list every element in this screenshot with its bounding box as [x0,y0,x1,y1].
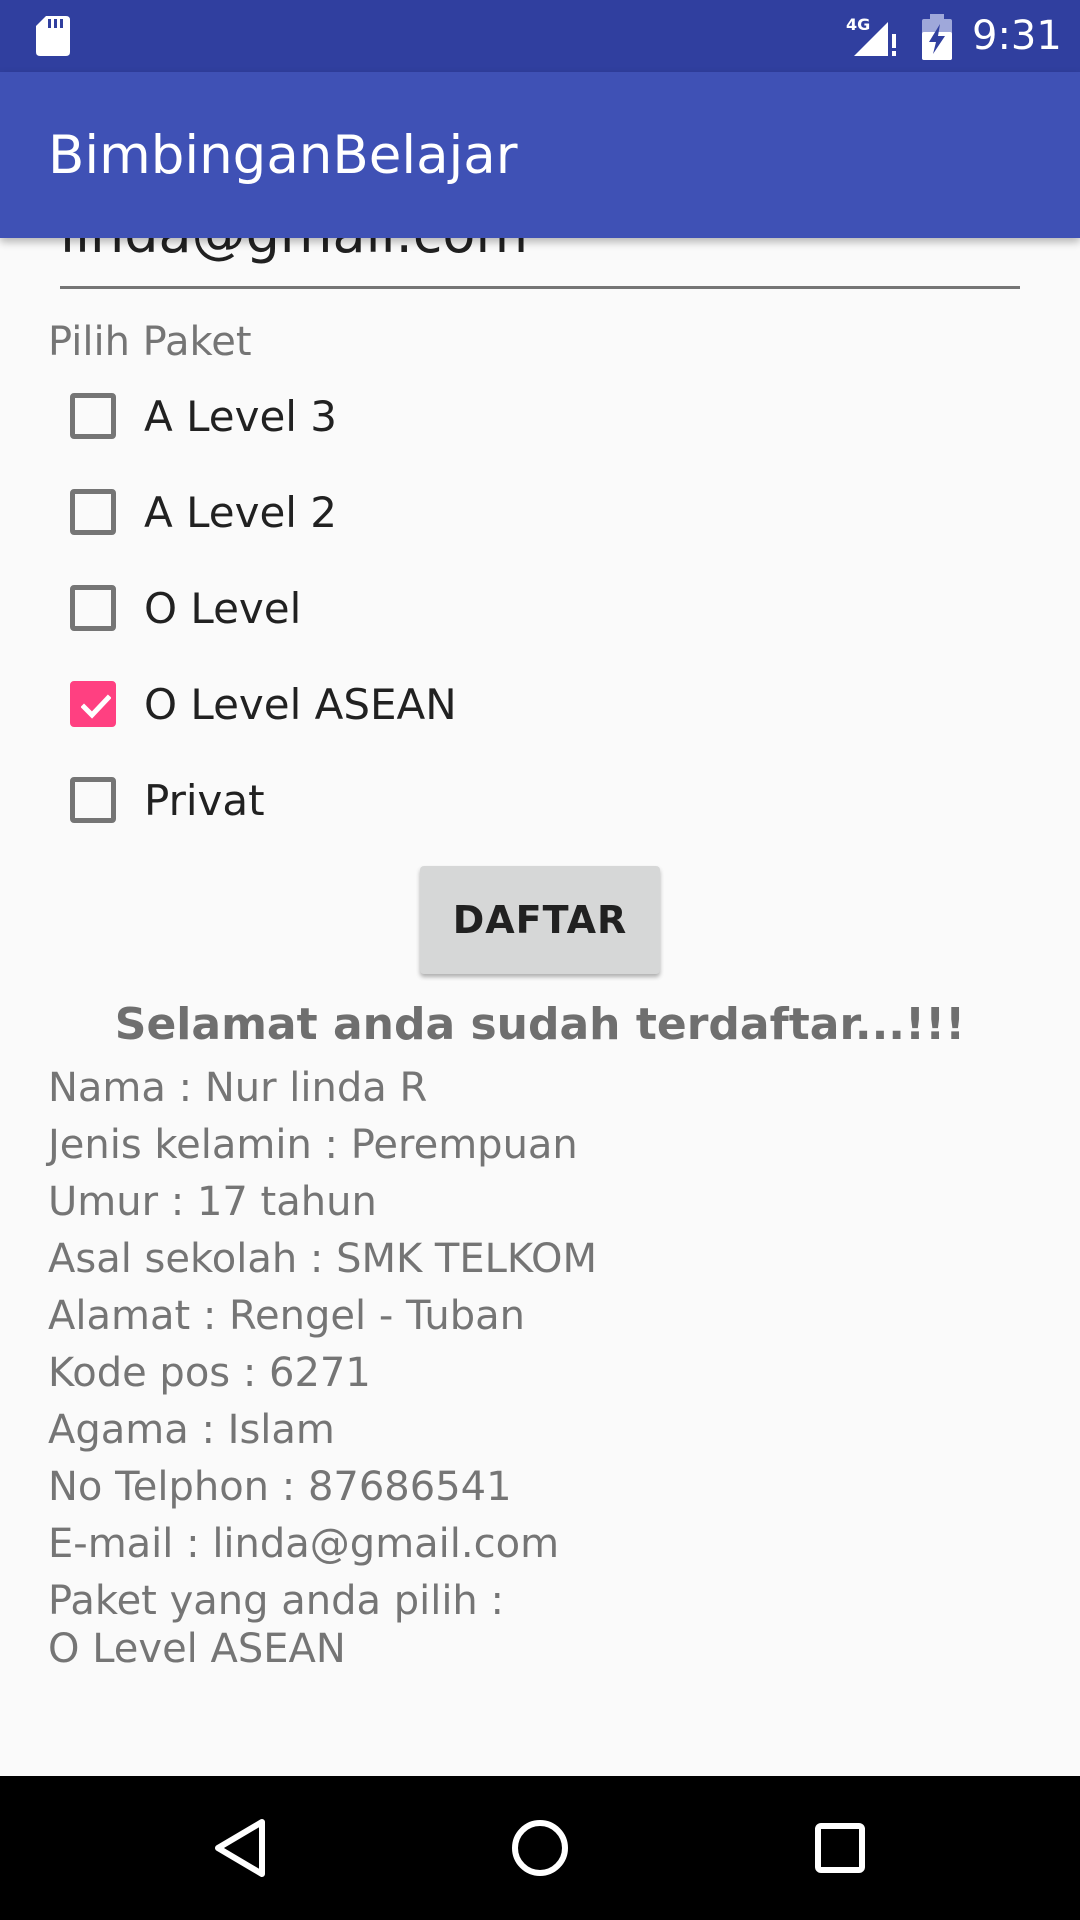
checkbox-unchecked-icon[interactable] [70,489,116,535]
battery-charging-icon [922,14,952,60]
status-time: 9:31 [972,13,1062,59]
email-field-value: linda@gmail.com [60,238,528,266]
result-line: Nama : Nur linda R [48,1065,428,1111]
checkbox-label: O Level [144,584,302,633]
svg-text:4G: 4G [846,15,870,34]
success-message: Selamat anda sudah terdaftar...!!! [114,999,966,1050]
home-icon[interactable] [504,1812,576,1884]
result-line: Alamat : Rengel - Tuban [48,1293,525,1339]
email-field[interactable]: linda@gmail.com [60,238,1020,289]
checkbox-unchecked-icon[interactable] [70,585,116,631]
result-line: E-mail : linda@gmail.com [48,1521,560,1567]
result-line: Agama : Islam [48,1407,335,1453]
recents-icon[interactable] [804,1812,876,1884]
checkbox-label: Privat [144,776,265,825]
form-scroll-view[interactable]: linda@gmail.com Pilih Paket A Level 3 A … [0,238,1080,1776]
package-checkbox-a-level-3[interactable]: A Level 3 [66,374,766,460]
checkbox-checked-icon[interactable] [70,681,116,727]
navigation-bar [0,1776,1080,1920]
daftar-button[interactable]: DAFTAR [420,866,660,974]
signal-4g-icon: 4G [846,15,896,56]
sd-card-icon [36,16,70,56]
result-line: Asal sekolah : SMK TELKOM [48,1236,597,1282]
package-checkbox-privat[interactable]: Privat [66,758,766,844]
result-line: O Level ASEAN [48,1626,346,1672]
package-checkbox-o-level[interactable]: O Level [66,566,766,652]
app-title: BimbinganBelajar [48,125,518,186]
result-line: Jenis kelamin : Perempuan [48,1122,578,1168]
result-line: No Telphon : 87686541 [48,1464,512,1510]
result-line: Umur : 17 tahun [48,1179,377,1225]
checkbox-label: A Level 2 [144,488,338,537]
checkbox-unchecked-icon[interactable] [70,777,116,823]
package-checkbox-o-level-asean[interactable]: O Level ASEAN [66,662,766,748]
package-section-label: Pilih Paket [48,319,252,365]
checkbox-unchecked-icon[interactable] [70,393,116,439]
status-bar: 4G 9:31 [0,0,1080,72]
checkbox-label: O Level ASEAN [144,680,457,729]
checkmark-icon [81,694,111,719]
result-line: Paket yang anda pilih : [48,1578,504,1624]
package-checkbox-a-level-2[interactable]: A Level 2 [66,470,766,556]
result-line: Kode pos : 6271 [48,1350,371,1396]
checkbox-label: A Level 3 [144,392,338,441]
back-icon[interactable] [204,1812,276,1884]
app-bar: BimbinganBelajar [0,72,1080,238]
